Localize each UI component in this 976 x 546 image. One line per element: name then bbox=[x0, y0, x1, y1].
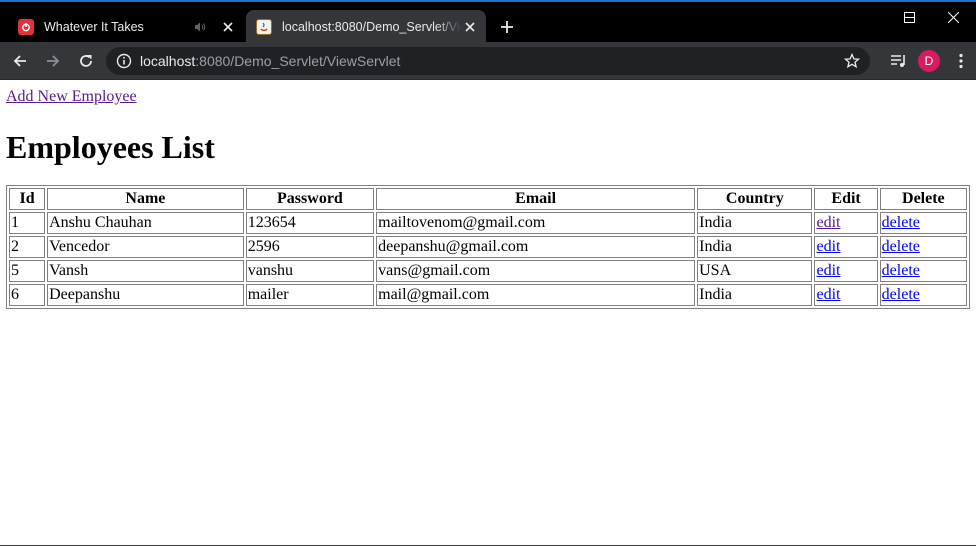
cell-name: Vencedor bbox=[47, 236, 244, 258]
cell-email: mail@gmail.com bbox=[376, 284, 696, 306]
cell-email: deepanshu@gmail.com bbox=[376, 236, 696, 258]
delete-link[interactable]: delete bbox=[882, 286, 920, 303]
table-row: 1 Anshu Chauhan 123654 mailtovenom@gmail… bbox=[9, 212, 967, 234]
cell-edit: edit bbox=[814, 236, 878, 258]
toolbar-right: D bbox=[884, 42, 976, 80]
address-bar[interactable]: localhost:8080/Demo_Servlet/ViewServlet bbox=[106, 47, 870, 75]
browser-toolbar: localhost:8080/Demo_Servlet/ViewServlet … bbox=[0, 42, 976, 80]
edit-link[interactable]: edit bbox=[816, 214, 840, 231]
cell-delete: delete bbox=[879, 284, 967, 306]
cell-password: 2596 bbox=[245, 236, 375, 258]
cell-password: mailer bbox=[245, 284, 375, 306]
cell-edit: edit bbox=[814, 284, 878, 306]
add-new-employee-link[interactable]: Add New Employee bbox=[6, 88, 137, 106]
cell-name: Vansh bbox=[47, 260, 244, 282]
cell-edit: edit bbox=[814, 212, 878, 234]
cell-country: India bbox=[697, 236, 813, 258]
table-header-row: Id Name Password Email Country Edit Dele… bbox=[9, 188, 967, 210]
java-favicon-icon bbox=[256, 19, 272, 35]
tab-title: Whatever It Takes bbox=[44, 20, 144, 34]
cell-id: 1 bbox=[9, 212, 46, 234]
maximize-button[interactable] bbox=[886, 2, 932, 32]
new-tab-button[interactable] bbox=[496, 16, 518, 38]
profile-avatar[interactable]: D bbox=[918, 50, 940, 72]
column-header-delete: Delete bbox=[879, 188, 967, 210]
delete-link[interactable]: delete bbox=[882, 214, 920, 231]
bookmark-star-icon[interactable] bbox=[843, 52, 861, 69]
reload-button[interactable] bbox=[72, 47, 100, 75]
edit-link[interactable]: edit bbox=[816, 286, 840, 303]
url-path: :8080/Demo_Servlet/ViewServlet bbox=[195, 53, 401, 69]
delete-link[interactable]: delete bbox=[882, 238, 920, 255]
forward-button[interactable] bbox=[39, 47, 67, 75]
cell-id: 2 bbox=[9, 236, 46, 258]
music-app-icon bbox=[18, 19, 34, 35]
column-header-email: Email bbox=[376, 188, 696, 210]
cell-delete: delete bbox=[879, 260, 967, 282]
column-header-name: Name bbox=[47, 188, 244, 210]
delete-link[interactable]: delete bbox=[882, 262, 920, 279]
column-header-id: Id bbox=[9, 188, 46, 210]
cell-delete: delete bbox=[879, 236, 967, 258]
close-tab-icon[interactable] bbox=[220, 19, 236, 35]
close-window-button[interactable] bbox=[930, 2, 976, 32]
close-tab-icon[interactable] bbox=[462, 19, 478, 35]
cell-country: USA bbox=[697, 260, 813, 282]
cell-email: vans@gmail.com bbox=[376, 260, 696, 282]
cell-id: 5 bbox=[9, 260, 46, 282]
tab-strip: Whatever It Takes localhost:8080/Demo_Se… bbox=[0, 0, 976, 44]
site-info-icon[interactable] bbox=[116, 53, 132, 69]
employees-table: Id Name Password Email Country Edit Dele… bbox=[6, 185, 970, 309]
tab-title: localhost:8080/Demo_Servlet/ViewServlet bbox=[282, 20, 462, 34]
cell-name: Deepanshu bbox=[47, 284, 244, 306]
edit-link[interactable]: edit bbox=[816, 262, 840, 279]
back-button[interactable] bbox=[6, 47, 34, 75]
cell-password: vanshu bbox=[245, 260, 375, 282]
table-row: 5 Vansh vanshu vans@gmail.com USA edit d… bbox=[9, 260, 967, 282]
audio-playing-icon[interactable] bbox=[194, 20, 208, 34]
page-content: Add New Employee Employees List Id Name … bbox=[0, 80, 976, 309]
table-row: 6 Deepanshu mailer mail@gmail.com India … bbox=[9, 284, 967, 306]
cell-email: mailtovenom@gmail.com bbox=[376, 212, 696, 234]
edit-link[interactable]: edit bbox=[816, 238, 840, 255]
more-menu-icon[interactable] bbox=[946, 46, 976, 76]
cell-delete: delete bbox=[879, 212, 967, 234]
media-queue-icon[interactable] bbox=[884, 46, 914, 76]
url-host: localhost bbox=[140, 53, 196, 69]
tab-view-servlet[interactable]: localhost:8080/Demo_Servlet/ViewServlet bbox=[246, 10, 486, 44]
tab-whatever-it-takes[interactable]: Whatever It Takes bbox=[8, 10, 244, 44]
cell-country: India bbox=[697, 284, 813, 306]
cell-country: India bbox=[697, 212, 813, 234]
cell-id: 6 bbox=[9, 284, 46, 306]
cell-password: 123654 bbox=[245, 212, 375, 234]
column-header-password: Password bbox=[245, 188, 375, 210]
table-row: 2 Vencedor 2596 deepanshu@gmail.com Indi… bbox=[9, 236, 967, 258]
column-header-country: Country bbox=[697, 188, 813, 210]
column-header-edit: Edit bbox=[814, 188, 878, 210]
cell-name: Anshu Chauhan bbox=[47, 212, 244, 234]
page-title: Employees List bbox=[6, 129, 215, 165]
cell-edit: edit bbox=[814, 260, 878, 282]
